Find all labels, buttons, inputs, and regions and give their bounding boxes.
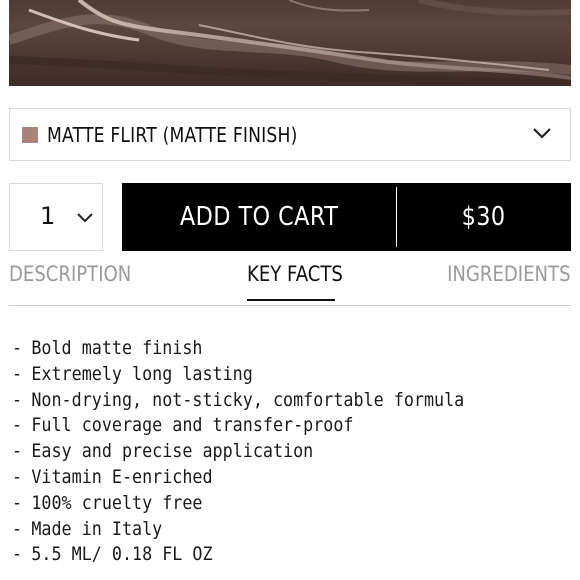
list-item: - Bold matte finish — [12, 336, 505, 362]
chevron-down-icon — [77, 213, 93, 223]
bullet-dash: - — [12, 491, 23, 514]
fact-text: 5.5 ML/ 0.18 FL OZ — [31, 543, 213, 566]
fact-text: Extremely long lasting — [31, 362, 253, 385]
fact-text: 100% cruelty free — [31, 491, 203, 514]
list-item: - Full coverage and transfer-proof — [12, 413, 505, 439]
shade-dropdown[interactable]: MATTE FLIRT (MATTE FINISH) — [9, 108, 571, 161]
bullet-dash: - — [12, 414, 23, 437]
tabs-divider — [9, 305, 571, 306]
add-to-cart-label: ADD TO CART — [179, 202, 339, 232]
fact-text: Vitamin E-enriched — [31, 465, 213, 488]
list-item: - Extremely long lasting — [12, 362, 505, 388]
quantity-dropdown[interactable]: 1 — [9, 183, 103, 251]
bullet-dash: - — [12, 465, 23, 488]
list-item: - Easy and precise application — [12, 439, 505, 465]
active-tab-indicator — [247, 299, 335, 301]
key-facts-list: - Bold matte finish - Extremely long lasti… — [12, 336, 572, 568]
fact-text: Bold matte finish — [31, 337, 203, 359]
tab-key-facts[interactable]: KEY FACTS — [247, 262, 343, 302]
add-to-cart-label-area: ADD TO CART — [122, 183, 396, 251]
shade-label: MATTE FLIRT (MATTE FINISH) — [47, 122, 298, 147]
list-item: -100% cruelty free — [12, 491, 505, 517]
tab-ingredients[interactable]: INGREDIENTS — [448, 262, 571, 302]
fact-text: Non-drying, not-sticky, comfortable form… — [31, 388, 465, 411]
product-swatch-image — [9, 0, 571, 86]
bullet-dash: - — [12, 517, 23, 540]
chevron-down-icon — [533, 128, 551, 139]
tab-description[interactable]: DESCRIPTION — [9, 262, 131, 302]
fact-text: Easy and precise application — [31, 440, 314, 463]
bullet-dash: - — [12, 388, 23, 411]
quantity-value: 1 — [40, 202, 56, 230]
bullet-dash: - — [12, 362, 23, 385]
list-item: -5.5 ML/ 0.18 FL OZ — [12, 542, 505, 568]
list-item: - Non-drying, not-sticky, comfortable for… — [12, 388, 505, 414]
list-item: - Vitamin E-enriched — [12, 465, 505, 491]
fact-text: Full coverage and transfer-proof — [31, 414, 354, 437]
shade-color-chip — [22, 126, 38, 143]
price-area: $30 — [397, 183, 571, 251]
product-tabs: DESCRIPTION KEY FACTS INGREDIENTS — [9, 262, 571, 306]
lipstick-smear-graphic — [9, 0, 571, 86]
add-to-cart-button[interactable]: ADD TO CART $30 — [122, 183, 571, 251]
bullet-dash: - — [12, 337, 23, 359]
bullet-dash: - — [12, 543, 23, 566]
bullet-dash: - — [12, 440, 23, 463]
list-item: - Made in Italy — [12, 517, 505, 543]
price-label: $30 — [462, 202, 506, 232]
fact-text: Made in Italy — [31, 517, 163, 540]
